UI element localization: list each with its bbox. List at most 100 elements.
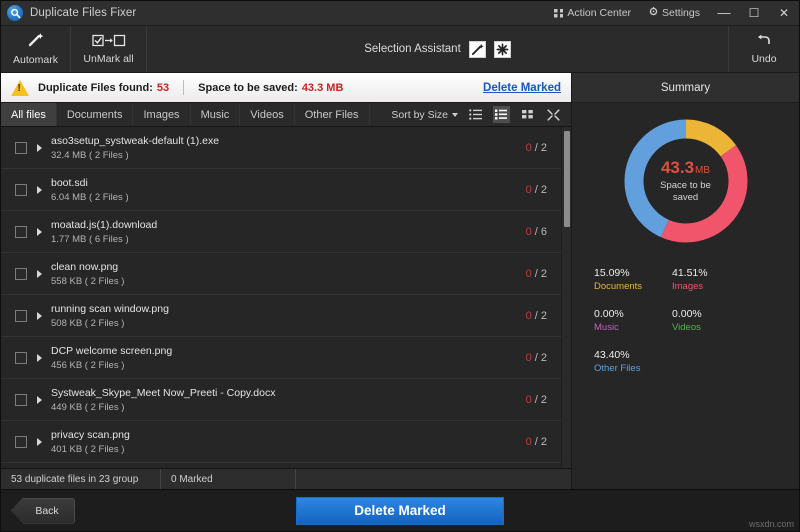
row-checkbox[interactable] <box>15 309 27 322</box>
legend-item-images: 41.51% Images <box>672 267 750 293</box>
chevron-right-icon[interactable] <box>37 311 42 320</box>
tab-label: Documents <box>66 108 123 121</box>
row-checkbox[interactable] <box>15 393 27 406</box>
donut-caption-line2: saved <box>672 191 699 203</box>
legend-percent: 0.00% <box>594 308 624 320</box>
magnifier-circle-icon <box>7 5 23 21</box>
row-marked-count: 0 / 2 <box>525 393 547 406</box>
row-marked-value: 0 <box>525 393 532 406</box>
row-checkbox[interactable] <box>15 225 27 238</box>
expand-view-icon[interactable] <box>545 106 562 123</box>
row-total-value: 2 <box>540 351 547 364</box>
row-marked-value: 0 <box>525 435 532 448</box>
tab-images[interactable]: Images <box>133 103 191 126</box>
row-total-value: 2 <box>540 393 547 406</box>
row-checkbox[interactable] <box>15 267 27 280</box>
title-bar: Duplicate Files Fixer Action Center Sett… <box>1 1 799 26</box>
grid-view-icon[interactable] <box>519 106 536 123</box>
list-view-icon[interactable] <box>467 106 484 123</box>
scrollbar-thumb[interactable] <box>564 131 570 227</box>
delete-marked-button-label: Delete Marked <box>354 503 446 518</box>
main-toolbar: Automark UnMark all Selection Assistant <box>1 26 799 73</box>
table-row[interactable]: running scan window.png 508 KB ( 2 Files … <box>1 295 561 337</box>
table-row[interactable]: Systweak_Skype_Meet Now_Preeti - Copy.do… <box>1 379 561 421</box>
summary-panel: Summary 43.3MB Space to be saved 15.09% … <box>571 73 799 489</box>
table-row[interactable]: boot.sdi 6.04 MB ( 2 Files ) 0 / 2 <box>1 169 561 211</box>
row-checkbox[interactable] <box>15 351 27 364</box>
tab-music[interactable]: Music <box>191 103 241 126</box>
minimize-button[interactable]: — <box>709 1 739 26</box>
selection-assistant-label: Selection Assistant <box>364 43 461 55</box>
back-button[interactable]: Back <box>11 497 75 524</box>
chevron-right-icon[interactable] <box>37 353 42 362</box>
wand-icon[interactable] <box>468 40 486 58</box>
row-marked-count: 0 / 2 <box>525 183 547 196</box>
left-pane: Duplicate Files found: 53 Space to be sa… <box>1 73 571 489</box>
tab-documents[interactable]: Documents <box>57 103 134 126</box>
tab-videos[interactable]: Videos <box>240 103 295 126</box>
list-scrollbar[interactable] <box>561 127 571 468</box>
table-row[interactable]: DCP welcome screen.png 456 KB ( 2 Files )… <box>1 337 561 379</box>
chevron-right-icon[interactable] <box>37 143 42 152</box>
back-button-label: Back <box>35 504 59 517</box>
settings-label: Settings <box>662 7 700 19</box>
sort-by-dropdown[interactable]: Sort by Size <box>391 109 458 121</box>
info-bar: Duplicate Files found: 53 Space to be sa… <box>1 73 571 103</box>
row-file-name: moatad.js(1).download <box>51 218 158 231</box>
close-icon: ✕ <box>778 6 790 20</box>
row-checkbox[interactable] <box>15 435 27 448</box>
row-file-meta: 558 KB ( 2 Files ) <box>51 275 125 287</box>
close-button[interactable]: ✕ <box>769 1 799 26</box>
row-checkbox[interactable] <box>15 141 27 154</box>
undo-arrow-icon <box>755 34 773 51</box>
space-saved-value: 43.3 MB <box>301 81 344 94</box>
row-text: moatad.js(1).download 1.77 MB ( 6 Files ) <box>51 219 514 245</box>
delete-marked-link[interactable]: Delete Marked <box>483 82 561 94</box>
table-row[interactable]: privacy scan.png 401 KB ( 2 Files ) 0 / 2 <box>1 421 561 463</box>
row-marked-count: 0 / 2 <box>525 309 547 322</box>
unmark-all-button[interactable]: UnMark all <box>71 26 147 72</box>
table-row[interactable]: moatad.js(1).download 1.77 MB ( 6 Files )… <box>1 211 561 253</box>
row-total-value: 2 <box>540 141 547 154</box>
action-center-button[interactable]: Action Center <box>545 1 640 25</box>
row-text: Systweak_Skype_Meet Now_Preeti - Copy.do… <box>51 387 514 413</box>
chevron-right-icon[interactable] <box>37 185 42 194</box>
row-text: aso3setup_systweak-default (1).exe 32.4 M… <box>51 135 514 161</box>
row-file-meta: 1.77 MB ( 6 Files ) <box>51 233 129 245</box>
tab-all-files[interactable]: All files <box>1 103 57 126</box>
list-controls: Sort by Size <box>391 103 571 126</box>
chevron-right-icon[interactable] <box>37 269 42 278</box>
table-row[interactable]: clean now.png 558 KB ( 2 Files ) 0 / 2 <box>1 253 561 295</box>
tab-other-files[interactable]: Other Files <box>295 103 370 126</box>
duplicates-found-value: 53 <box>156 81 170 94</box>
chevron-right-icon[interactable] <box>37 227 42 236</box>
undo-button[interactable]: Undo <box>729 26 799 72</box>
settings-button[interactable]: Settings <box>640 1 709 25</box>
detail-view-icon[interactable] <box>493 106 510 123</box>
chevron-right-icon[interactable] <box>37 395 42 404</box>
file-rows-container: aso3setup_systweak-default (1).exe 32.4 M… <box>1 127 561 468</box>
row-file-name: running scan window.png <box>51 302 169 315</box>
row-file-meta: 508 KB ( 2 Files ) <box>51 317 125 329</box>
legend-percent: 43.40% <box>594 349 630 361</box>
title-bar-right-controls: Action Center Settings — ☐ ✕ <box>545 1 799 25</box>
maximize-icon: ☐ <box>748 6 760 20</box>
row-file-meta: 401 KB ( 2 Files ) <box>51 443 125 455</box>
row-text: boot.sdi 6.04 MB ( 2 Files ) <box>51 177 514 203</box>
footer-bar: Back Delete Marked wsxdn.com <box>1 489 799 531</box>
legend-item-videos: 0.00% Videos <box>672 308 750 334</box>
chevron-right-icon[interactable] <box>37 437 42 446</box>
chart-legend: 15.09% Documents 41.51% Images 0.00% Music 0.0… <box>594 267 799 390</box>
delete-marked-button[interactable]: Delete Marked <box>296 496 504 525</box>
star-burst-icon[interactable] <box>493 40 511 58</box>
maximize-button[interactable]: ☐ <box>739 1 769 26</box>
table-row[interactable]: aso3setup_systweak-default (1).exe 32.4 M… <box>1 127 561 169</box>
row-file-meta: 6.04 MB ( 2 Files ) <box>51 191 129 203</box>
automark-button[interactable]: Automark <box>1 26 71 72</box>
row-marked-count: 0 / 2 <box>525 435 547 448</box>
row-checkbox[interactable] <box>15 183 27 196</box>
legend-percent: 41.51% <box>672 267 708 279</box>
row-file-name: DCP welcome screen.png <box>51 344 173 357</box>
tab-label: Videos <box>250 108 284 121</box>
row-marked-count: 0 / 2 <box>525 267 547 280</box>
